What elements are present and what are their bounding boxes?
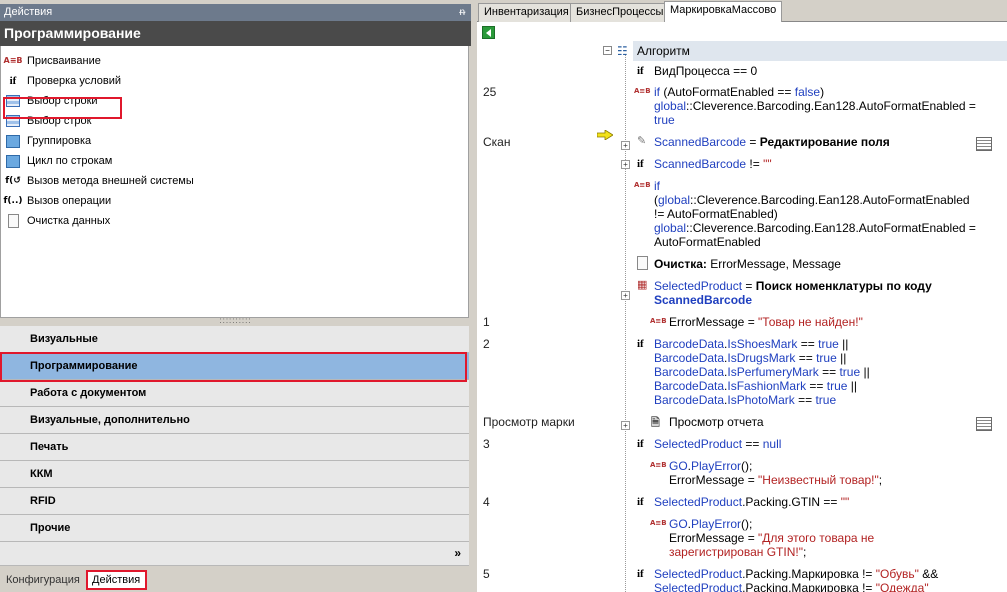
selection-highlight	[3, 97, 122, 119]
algorithm-editor: Инвентаризация БизнесПроцессы Маркировка…	[477, 0, 1007, 592]
if-icon: if	[637, 338, 644, 350]
step-label: 25	[483, 85, 497, 99]
step-label: 3	[483, 437, 490, 451]
category-document[interactable]: Работа с документом	[0, 380, 469, 407]
expand-icon[interactable]: +	[621, 421, 630, 430]
step-label: 5	[483, 567, 490, 581]
if-icon: if	[9, 75, 17, 87]
tool-label: Очистка данных	[27, 215, 111, 227]
external-method-icon: f(↺	[5, 176, 21, 186]
tool-label: Проверка условий	[27, 75, 121, 87]
algo-step-text: SelectedProduct.Packing.Маркировка != "О…	[654, 567, 939, 592]
algo-step-text: if (global::Cleverence.Barcoding.Ean128.…	[654, 179, 979, 249]
algo-step-text: SelectedProduct.Packing.GTIN == ""	[654, 495, 850, 509]
category-other[interactable]: Прочие	[0, 515, 469, 542]
assign-icon: A≡B	[650, 317, 667, 325]
edit-field-icon: ✎	[637, 134, 647, 147]
chevron-double-right-icon[interactable]: »	[454, 546, 461, 560]
algo-step-text: ВидПроцесса == 0	[654, 64, 758, 78]
algo-step-text: GO.PlayError(); ErrorMessage = "Для этог…	[669, 517, 875, 559]
algo-step-text: Просмотр отчета	[669, 415, 764, 429]
report-icon: 🗎	[651, 416, 660, 429]
if-icon: if	[637, 158, 644, 170]
document-tabs: Инвентаризация БизнесПроцессы Маркировка…	[477, 0, 1007, 22]
assign-icon: A≡B	[650, 519, 667, 527]
assign-icon: A≡B	[634, 87, 651, 95]
assign-icon: A≡B	[3, 56, 23, 65]
tool-assign[interactable]: A≡B Присваивание	[3, 52, 101, 70]
group-icon	[5, 134, 21, 148]
tab-marking-bulk[interactable]: МаркировкаМассово	[664, 1, 783, 22]
category-selection-highlight	[0, 352, 467, 382]
actions-panel: Действия ᵰ Программирование A≡B Присваив…	[0, 0, 471, 592]
dialog-icon[interactable]	[976, 137, 992, 151]
loop-icon	[5, 154, 21, 168]
algorithm-label: Алгоритм	[637, 44, 690, 58]
tree-guide-line	[625, 55, 626, 592]
algo-step-text: ScannedBarcode != ""	[654, 157, 772, 171]
tool-clear-data[interactable]: Очистка данных	[5, 212, 110, 230]
if-icon: if	[637, 65, 644, 77]
tab-configuration[interactable]: Конфигурация	[2, 570, 84, 590]
algo-step-text: Очистка: ErrorMessage, Message	[654, 257, 841, 271]
category-print[interactable]: Печать	[0, 434, 469, 461]
algo-step-text: GO.PlayError(); ErrorMessage = "Неизвест…	[669, 459, 883, 487]
expand-icon[interactable]: +	[621, 141, 630, 150]
tool-loop[interactable]: Цикл по строкам	[5, 152, 112, 170]
expand-icon[interactable]: +	[621, 291, 630, 300]
panel-splitter[interactable]: ::::::::::	[0, 317, 471, 326]
document-icon	[5, 214, 21, 228]
if-icon: if	[637, 496, 644, 508]
category-more[interactable]: »	[0, 542, 469, 566]
tool-label: Вызов метода внешней системы	[27, 175, 194, 187]
tool-operation[interactable]: f(..) Вызов операции	[3, 192, 112, 210]
step-label: Скан	[483, 135, 511, 149]
tool-if[interactable]: if Проверка условий	[5, 72, 121, 90]
tool-list: A≡B Присваивание if Проверка условий Выб…	[0, 46, 469, 318]
algorithm-root[interactable]: Алгоритм	[633, 41, 1007, 61]
tree-structure-icon: ☷	[617, 44, 628, 58]
step-label: 2	[483, 337, 490, 351]
step-label: 1	[483, 315, 490, 329]
tool-external-method[interactable]: f(↺ Вызов метода внешней системы	[5, 172, 194, 190]
actions-panel-title: Действия ᵰ	[0, 4, 471, 21]
category-rfid[interactable]: RFID	[0, 488, 469, 515]
algo-step-text: BarcodeData.IsShoesMark == true || Barco…	[654, 337, 870, 407]
tool-label: Присваивание	[27, 55, 101, 67]
tool-label: Цикл по строкам	[27, 155, 113, 167]
if-icon: if	[637, 438, 644, 450]
tool-label: Вызов операции	[27, 195, 112, 207]
expand-icon[interactable]: +	[621, 160, 630, 169]
current-step-arrow-icon	[597, 130, 613, 140]
back-arrow-icon[interactable]	[482, 26, 495, 39]
tool-group[interactable]: Группировка	[5, 132, 91, 150]
step-label: 4	[483, 495, 490, 509]
algo-step-text: SelectedProduct = Поиск номенклатуры по …	[654, 279, 932, 307]
step-label: Просмотр марки	[483, 415, 575, 429]
if-icon: if	[637, 568, 644, 580]
category-visual[interactable]: Визуальные	[0, 326, 469, 353]
collapse-toggle[interactable]: −	[603, 46, 612, 55]
algo-step-text: ScannedBarcode = Редактирование поля	[654, 135, 890, 149]
algo-step-text: if (AutoFormatEnabled == false) global::…	[654, 85, 980, 127]
assign-icon: A≡B	[634, 181, 651, 189]
actions-panel-title-text: Действия	[4, 6, 53, 18]
search-product-icon: ▦	[637, 278, 648, 291]
operation-icon: f(..)	[3, 196, 23, 206]
tab-inventory[interactable]: Инвентаризация	[478, 3, 575, 22]
category-kkm[interactable]: ККМ	[0, 461, 469, 488]
algo-step-text: ErrorMessage = "Товар не найден!"	[669, 315, 863, 329]
pin-icon[interactable]: ᵰ	[459, 4, 465, 21]
category-header: Программирование	[0, 21, 471, 46]
algo-step-text: SelectedProduct == null	[654, 437, 782, 451]
tab-business-processes[interactable]: БизнесПроцессы	[570, 3, 670, 22]
tool-label: Группировка	[27, 135, 92, 147]
assign-icon: A≡B	[650, 461, 667, 469]
dialog-icon[interactable]	[976, 417, 992, 431]
document-icon	[637, 256, 648, 273]
bottom-tabs: Конфигурация Действия	[0, 568, 471, 592]
tab-actions[interactable]: Действия	[86, 570, 147, 590]
category-visual-extra[interactable]: Визуальные, дополнительно	[0, 407, 469, 434]
